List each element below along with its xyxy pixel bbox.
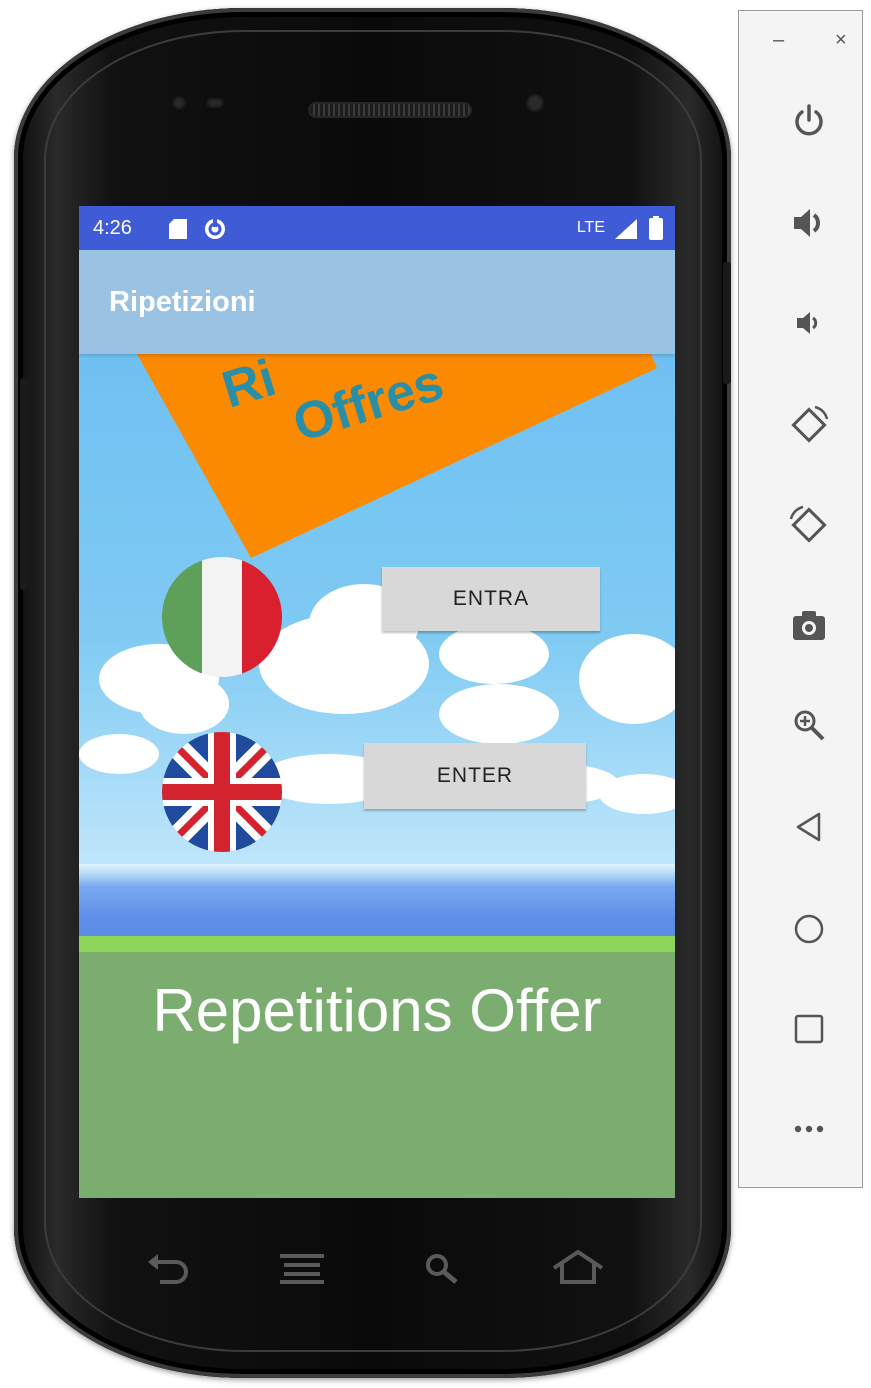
repetitions-offer-text: Repetitions Offer (152, 977, 602, 1044)
more-button[interactable] (785, 1105, 833, 1153)
volume-up-icon (794, 209, 820, 237)
rotate-left-icon (791, 405, 829, 443)
back-button[interactable] (785, 803, 833, 851)
sync-icon (205, 219, 225, 239)
back-key-icon[interactable] (146, 1252, 190, 1286)
enter-button[interactable]: ENTER (364, 743, 586, 809)
home-button[interactable] (785, 905, 833, 953)
status-time: 4:26 (93, 217, 132, 239)
power-button[interactable] (785, 97, 833, 145)
cloud (599, 774, 675, 814)
zoom-button[interactable] (785, 701, 833, 749)
cloud (79, 734, 159, 774)
app-title: Ripetizioni (109, 286, 256, 318)
volume-down-button[interactable] (785, 299, 833, 347)
proximity-sensor (206, 98, 224, 108)
sd-card-icon (169, 219, 187, 239)
screenshot-button[interactable] (785, 601, 833, 649)
signal-icon (615, 219, 637, 239)
front-camera (172, 96, 186, 110)
emulator-toolbar: – × (738, 10, 863, 1188)
home-icon (794, 914, 824, 944)
rotate-right-button[interactable] (785, 501, 833, 549)
app-bar: Ripetizioni (79, 250, 675, 354)
home-key-icon[interactable] (552, 1250, 604, 1286)
power-icon (795, 104, 823, 136)
overview-button[interactable] (785, 1005, 833, 1053)
close-button[interactable]: × (835, 29, 847, 52)
more-icon (794, 1125, 824, 1133)
cloud (139, 674, 229, 734)
cloud (439, 624, 549, 684)
overview-icon (794, 1014, 824, 1044)
status-bar: 4:26 LTE (79, 206, 675, 250)
rotate-right-icon (789, 505, 827, 543)
italian-flag-icon[interactable] (161, 556, 283, 678)
volume-key (20, 378, 28, 590)
earpiece-speaker (310, 104, 470, 116)
back-icon (796, 812, 821, 842)
device-screen: Ri Offres 4:26 LTE Ripetizioni ENTRA ENT… (79, 206, 675, 1198)
minimize-button[interactable]: – (773, 29, 784, 52)
search-key-icon[interactable] (424, 1252, 460, 1286)
zoom-icon (794, 710, 825, 741)
light-sensor (526, 94, 544, 112)
entra-button[interactable]: ENTRA (382, 567, 600, 631)
cloud (439, 684, 559, 744)
battery-icon (649, 216, 663, 240)
power-key (723, 262, 731, 384)
volume-down-icon (797, 312, 818, 334)
camera-icon (793, 611, 825, 640)
uk-flag-icon[interactable] (161, 731, 283, 853)
rotate-left-button[interactable] (785, 401, 833, 449)
menu-key-icon[interactable] (280, 1254, 324, 1284)
network-label: LTE (576, 219, 605, 236)
cloud (579, 634, 675, 724)
volume-up-button[interactable] (785, 199, 833, 247)
